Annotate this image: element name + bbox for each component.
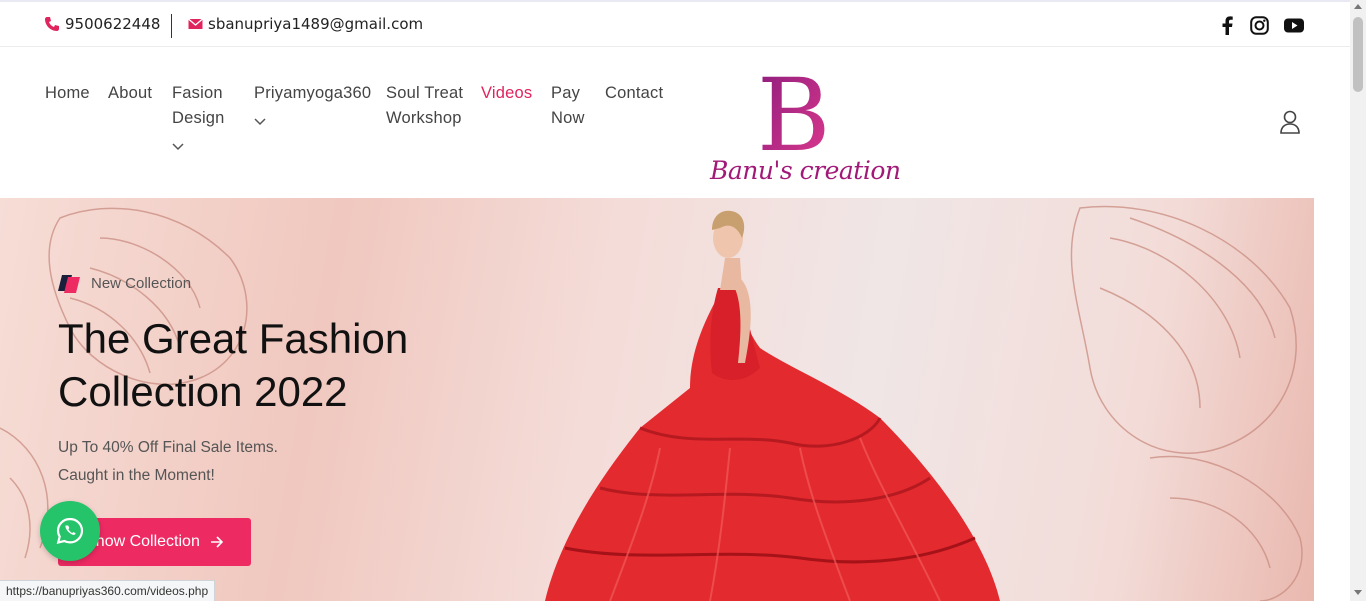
collection-badge-icon [58,273,82,293]
instagram-icon[interactable] [1249,15,1269,35]
show-collection-label: Show Collection [85,533,200,550]
nav-home[interactable]: Home [45,81,90,106]
phone-link[interactable]: 9500622448 [44,15,160,33]
facebook-icon[interactable] [1217,15,1237,35]
page: 9500622448 sbanupriya1489@gmail.com Home… [0,0,1366,601]
arrow-right-icon [210,536,224,548]
scrollbar-thumb[interactable] [1353,17,1363,92]
nav-priyamyoga360-label: Priyamyoga360 [254,84,372,102]
nav-priyamyoga360[interactable]: Priyamyoga360 [254,81,371,134]
nav-about[interactable]: About [108,81,152,106]
nav-fasion-design[interactable]: Fasion Design [172,81,232,159]
scroll-up-arrow-icon[interactable] [1354,4,1362,9]
badge-row: New Collection [58,273,191,293]
nav-pay-now[interactable]: Pay Now [551,81,591,131]
hero-subtitle-line2: Caught in the Moment! [58,467,215,484]
envelope-icon [187,16,203,32]
phone-icon [44,16,60,32]
top-bar: 9500622448 sbanupriya1489@gmail.com [0,0,1350,47]
browser-status-url: https://banupriyas360.com/videos.php [0,580,216,601]
contact-divider [171,14,172,38]
site-logo[interactable]: B Banu's creation [705,57,901,190]
logo-text: Banu's creation [710,156,901,185]
logo-mark: B [757,57,831,174]
whatsapp-chat-button[interactable] [40,501,100,561]
hero-banner: New Collection The Great Fashion Collect… [0,198,1314,601]
main-navigation: Home About Fasion Design Priyamyoga360 S… [0,48,1350,198]
nav-soul-treat-workshop[interactable]: Soul Treat Workshop [386,81,466,131]
chevron-down-icon [172,134,232,159]
user-icon[interactable] [1279,110,1301,134]
chevron-down-icon [254,109,371,134]
hero-subtitle: Up To 40% Off Final Sale Items. Caught i… [58,434,278,490]
scroll-down-arrow-icon[interactable] [1354,590,1362,595]
hero-title: The Great Fashion Collection 2022 [58,315,409,415]
nav-videos[interactable]: Videos [481,81,532,106]
logo-letter: B [757,58,831,158]
hero-subtitle-line1: Up To 40% Off Final Sale Items. [58,439,278,456]
page-scrollbar[interactable] [1350,0,1366,601]
badge-label: New Collection [91,274,192,292]
whatsapp-icon [56,517,84,545]
email-address: sbanupriya1489@gmail.com [208,15,424,33]
nav-fasion-design-label: Fasion Design [172,84,225,127]
phone-number: 9500622448 [65,15,161,33]
nav-contact[interactable]: Contact [605,81,663,106]
youtube-icon[interactable] [1284,15,1304,35]
email-link[interactable]: sbanupriya1489@gmail.com [187,15,423,33]
